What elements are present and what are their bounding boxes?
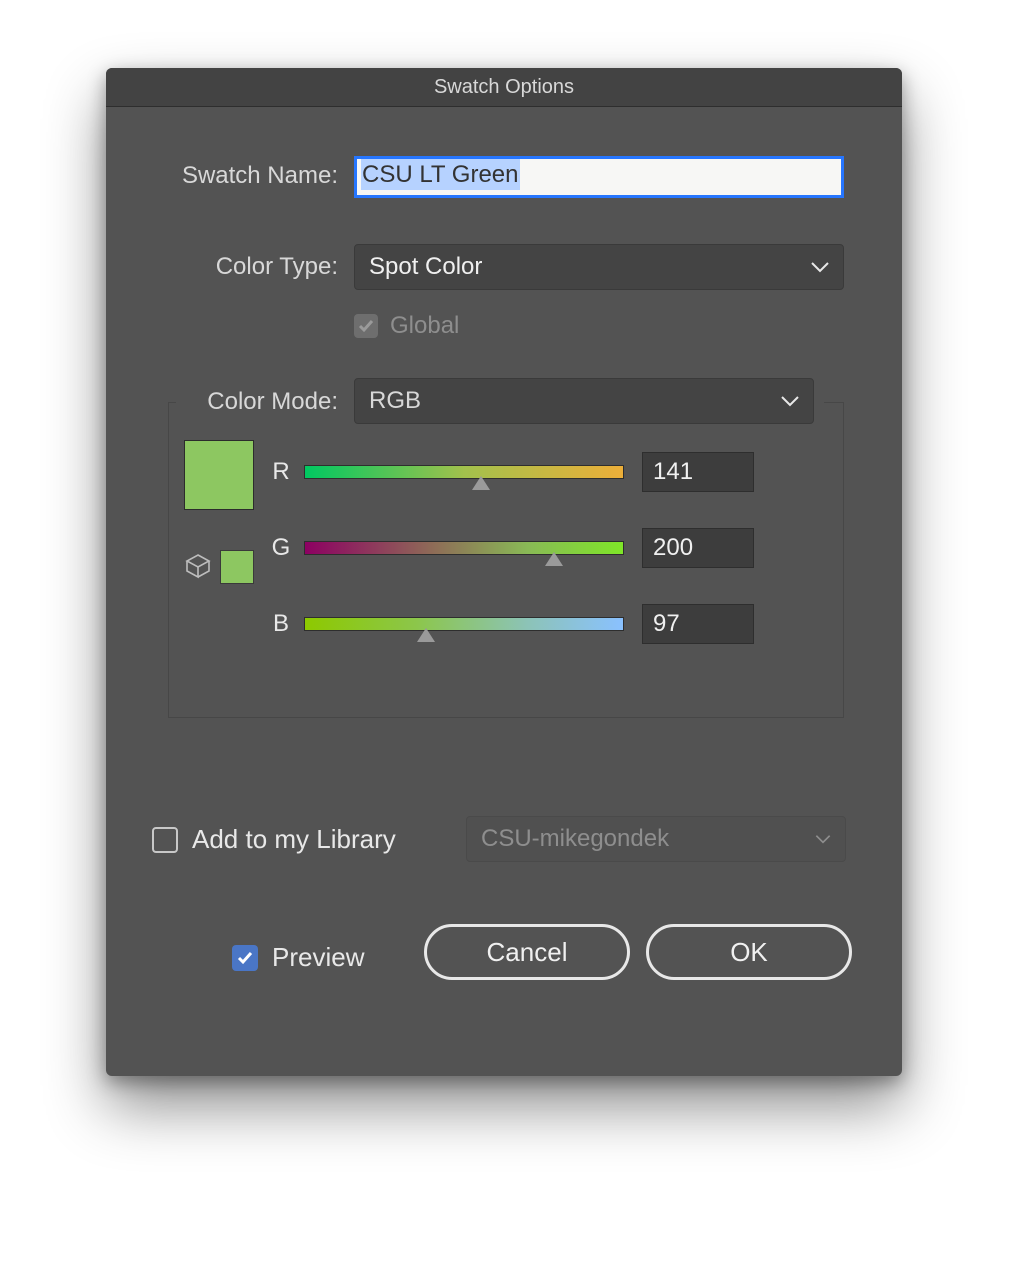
preview-row: Preview: [232, 942, 364, 973]
preview-label: Preview: [272, 942, 364, 973]
value-input-r[interactable]: 141: [642, 452, 754, 492]
slider-track-r[interactable]: [304, 465, 624, 479]
slider-thumb-g[interactable]: [545, 552, 563, 566]
swatch-options-dialog: Swatch Options Swatch Name: CSU LT Green…: [106, 68, 902, 1076]
channel-label-r: R: [266, 458, 296, 486]
global-label: Global: [390, 312, 459, 340]
color-mode-value: RGB: [369, 387, 421, 415]
slider-track-g[interactable]: [304, 541, 624, 555]
value-input-g[interactable]: 200: [642, 528, 754, 568]
add-to-library-row: Add to my Library: [152, 824, 396, 855]
slider-row-r: R 141: [266, 452, 826, 492]
cube-icon: [184, 552, 212, 580]
slider-track-b[interactable]: [304, 617, 624, 631]
global-checkbox: [354, 314, 378, 338]
color-mode-label: Color Mode:: [106, 388, 338, 416]
swatch-preview-small: [220, 550, 254, 584]
ok-button-label: OK: [730, 937, 768, 968]
cancel-button[interactable]: Cancel: [424, 924, 630, 980]
color-mode-select[interactable]: RGB: [354, 378, 814, 424]
slider-thumb-r[interactable]: [472, 476, 490, 490]
value-r: 141: [653, 458, 693, 486]
swatch-name-value: CSU LT Green: [361, 159, 520, 190]
swatch-preview-large: [184, 440, 254, 510]
value-input-b[interactable]: 97: [642, 604, 754, 644]
swatch-name-input[interactable]: CSU LT Green: [354, 156, 844, 198]
chevron-down-icon: [781, 395, 799, 407]
library-select: CSU-mikegondek: [466, 816, 846, 862]
value-b: 97: [653, 610, 680, 638]
color-type-select[interactable]: Spot Color: [354, 244, 844, 290]
swatch-name-label: Swatch Name:: [106, 162, 338, 190]
channel-label-b: B: [266, 610, 296, 638]
ok-button[interactable]: OK: [646, 924, 852, 980]
slider-row-b: B 97: [266, 604, 826, 644]
color-type-label: Color Type:: [106, 253, 338, 281]
chevron-down-icon: [811, 261, 829, 273]
preview-checkbox[interactable]: [232, 945, 258, 971]
chevron-down-icon: [815, 834, 831, 844]
cancel-button-label: Cancel: [487, 937, 568, 968]
value-g: 200: [653, 534, 693, 562]
dialog-title: Swatch Options: [434, 76, 574, 99]
add-to-library-checkbox[interactable]: [152, 827, 178, 853]
color-type-value: Spot Color: [369, 253, 482, 281]
channel-label-g: G: [266, 534, 296, 562]
library-value: CSU-mikegondek: [481, 825, 669, 853]
slider-row-g: G 200: [266, 528, 826, 568]
global-checkbox-row: Global: [354, 312, 459, 340]
slider-thumb-b[interactable]: [417, 628, 435, 642]
title-bar: Swatch Options: [106, 68, 902, 107]
add-to-library-label: Add to my Library: [192, 824, 396, 855]
